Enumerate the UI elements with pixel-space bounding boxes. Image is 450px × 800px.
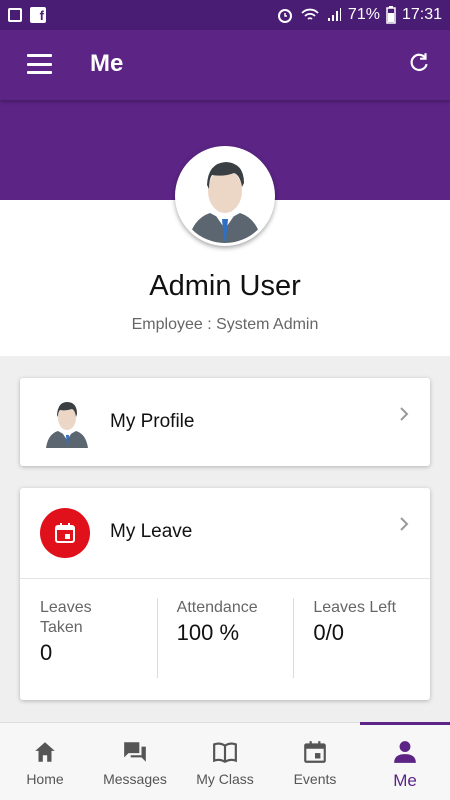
stat-leaves-taken: Leaves Taken 0 [20, 578, 157, 700]
stat-leaves-left: Leaves Left 0/0 [293, 578, 430, 700]
nav-home[interactable]: Home [0, 723, 90, 800]
calendar-icon [40, 508, 90, 558]
stat-label: Attendance [176, 599, 258, 616]
refresh-icon[interactable] [406, 50, 432, 76]
stat-value: 0/0 [313, 620, 344, 645]
wifi-icon [301, 8, 319, 20]
my-leave-label: My Leave [110, 521, 193, 542]
nav-label: Messages [103, 771, 167, 787]
gallery-icon [8, 8, 22, 22]
chevron-right-icon [400, 407, 409, 421]
nav-events[interactable]: Events [270, 723, 360, 800]
leave-stats: Leaves Taken 0 Attendance 100 % Leaves L… [20, 578, 430, 700]
clock: 17:31 [401, 6, 442, 23]
menu-icon[interactable] [27, 54, 52, 74]
stat-value: 0 [40, 640, 53, 665]
calendar-icon [304, 741, 326, 763]
stat-attendance: Attendance 100 % [156, 578, 294, 700]
nav-label: Events [293, 771, 337, 787]
signal-icon [327, 8, 341, 21]
nav-my-class[interactable]: My Class [180, 723, 270, 800]
nav-label: My Class [196, 771, 254, 787]
alarm-icon [277, 9, 292, 23]
nav-label: Home [26, 771, 64, 787]
stat-label: Leaves Taken [40, 599, 92, 636]
book-icon [213, 742, 237, 764]
my-leave-card: My Leave Leaves Taken 0 Attendance 100 %… [20, 488, 430, 700]
my-profile-label: My Profile [110, 411, 195, 432]
battery-icon [386, 6, 396, 24]
nav-me[interactable]: Me [360, 722, 450, 800]
my-leave-row[interactable]: My Leave [20, 488, 430, 576]
user-avatar-icon [178, 149, 272, 243]
chevron-right-icon [400, 517, 409, 531]
battery-percentage: 71% [347, 6, 380, 23]
my-profile-card[interactable]: My Profile [20, 378, 430, 466]
facebook-icon: f [30, 7, 46, 23]
user-name: Admin User [149, 270, 301, 302]
nav-label: Me [393, 771, 417, 790]
profile-avatar-icon [46, 402, 88, 448]
user-role: Employee : System Admin [131, 316, 319, 333]
status-bar: f 71% 17:31 [0, 0, 450, 30]
bottom-navigation: Home Messages My Class Events Me [0, 722, 450, 800]
page-title: Me [90, 50, 124, 77]
person-icon [394, 741, 416, 763]
stat-label: Leaves Left [313, 599, 397, 616]
chat-icon [124, 742, 146, 762]
nav-messages[interactable]: Messages [90, 723, 180, 800]
app-bar: Me [0, 30, 450, 100]
home-icon [35, 742, 55, 762]
avatar [175, 146, 275, 246]
stat-value: 100 % [176, 620, 240, 645]
